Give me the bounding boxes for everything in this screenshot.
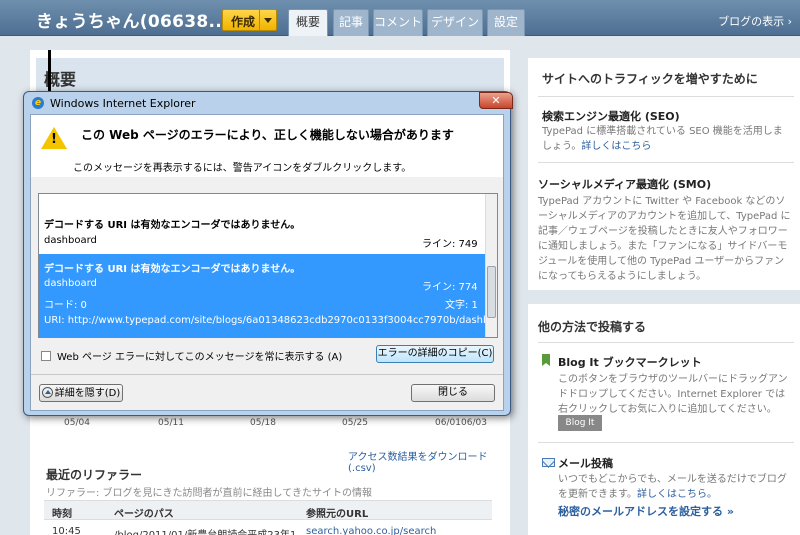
chart-date-label: 06/03: [461, 418, 487, 428]
secret-email-link[interactable]: 秘密のメールアドレスを設定する »: [558, 503, 734, 519]
error-message: デコードする URI は有効なエンコーダではありません。: [44, 220, 301, 231]
column-header: 参照元のURL: [306, 509, 369, 520]
mail-title: メール投稿: [558, 457, 613, 470]
scrollbar-thumb[interactable]: [487, 266, 496, 318]
divider: [538, 96, 794, 97]
copy-details-button[interactable]: エラーの詳細のコピー(C): [376, 345, 494, 363]
error-list-scrollbar[interactable]: [485, 194, 497, 337]
dialog-heading: この Web ページのエラーにより、正しく機能しない場合があります: [81, 128, 454, 142]
error-code: コード: 0: [44, 300, 87, 311]
referrers-title: 最近のリファラー: [46, 468, 143, 482]
error-file: dashboard: [44, 278, 97, 289]
warning-icon: !: [41, 127, 67, 149]
error-file: dashboard: [44, 235, 97, 246]
ie-icon: e: [32, 97, 44, 109]
traffic-panel: サイトへのトラフィックを増やすために 検索エンジン最適化 (SEO) TypeP…: [528, 58, 800, 290]
tab-settings[interactable]: 設定: [487, 9, 525, 36]
error-line: ライン: 774: [422, 282, 478, 293]
tab-posts[interactable]: 記事: [333, 9, 369, 36]
column-header: ページのパス: [114, 509, 174, 520]
always-show-label[interactable]: Web ページ エラーに対してこのメッセージを常に表示する (A): [57, 348, 342, 363]
row-path[interactable]: /blog/2011/01/新豊台朗読会平成23年1: [114, 526, 296, 535]
chart-date-label: 05/18: [250, 418, 276, 428]
dialog-header-area: ! この Web ページのエラーにより、正しく機能しない場合があります このメッ…: [31, 115, 503, 177]
row-time: 10:45: [52, 526, 81, 535]
chevron-up-icon: [41, 387, 53, 398]
create-button[interactable]: 作成: [222, 9, 277, 31]
ie-error-dialog: e Windows Internet Explorer ✕ ! この Web ペ…: [23, 91, 513, 416]
tab-comments[interactable]: コメント: [373, 9, 423, 36]
blog-title[interactable]: きょうちゃん(06638...: [36, 7, 229, 32]
error-char: 文字: 1: [445, 300, 478, 311]
chevron-down-icon[interactable]: [259, 10, 276, 30]
dialog-titlebar[interactable]: e Windows Internet Explorer: [24, 92, 510, 114]
seo-description-text: TypePad に標準搭載されている SEO 機能を活用しましょう。: [542, 126, 783, 152]
hide-details-button[interactable]: 詳細を隠す(D): [39, 384, 123, 402]
mail-description: いつでもどこからでも、メールを送るだけでブログを更新できます。詳しくはこちら。: [558, 472, 794, 502]
referrers-table-header: 時刻 ページのパス 参照元のURL: [44, 500, 492, 520]
dialog-body: ! この Web ページのエラーにより、正しく機能しない場合があります このメッ…: [30, 114, 504, 411]
tab-overview[interactable]: 概要: [288, 9, 328, 36]
mail-icon: [542, 458, 555, 467]
chart-date-label: 05/25: [342, 418, 368, 428]
smo-description: TypePad アカウントに Twitter や Facebook などのソーシ…: [538, 196, 791, 282]
divider: [31, 374, 503, 375]
dialog-title: Windows Internet Explorer: [50, 97, 196, 110]
always-show-checkbox[interactable]: [41, 351, 51, 361]
dialog-subtext: このメッセージを再表示するには、警告アイコンをダブルクリックします。: [73, 163, 412, 174]
divider: [538, 342, 794, 343]
close-button[interactable]: 閉じる: [411, 384, 495, 402]
divider: [538, 442, 794, 443]
error-message: デコードする URI は有効なエンコーダではありません。: [44, 264, 301, 275]
error-item-selected[interactable]: デコードする URI は有効なエンコーダではありません。 dashboard ラ…: [39, 254, 497, 337]
tab-design[interactable]: デザイン: [427, 9, 483, 36]
seo-description: TypePad に標準搭載されている SEO 機能を活用しましょう。詳しくはこち…: [542, 124, 792, 154]
create-button-label: 作成: [231, 15, 256, 29]
bookmark-icon: [542, 354, 550, 366]
other-methods-title: 他の方法で投稿する: [538, 320, 647, 334]
blogit-button[interactable]: Blog It: [558, 415, 602, 431]
mail-link[interactable]: 詳しくはこちら。: [637, 489, 717, 500]
seo-title: 検索エンジン最適化 (SEO): [542, 110, 680, 123]
smo-title: ソーシャルメディア最適化 (SMO): [538, 178, 712, 191]
chart-date-label: 06/01: [435, 418, 461, 428]
view-blog-link[interactable]: ブログの表示: [718, 13, 792, 29]
chart-date-label: 05/04: [64, 418, 90, 428]
blogit-title: Blog It ブックマークレット: [558, 356, 702, 369]
top-bar: きょうちゃん(06638... 作成 概要 記事 コメント デザイン 設定 ブロ…: [0, 0, 800, 36]
chart-date-label: 05/11: [158, 418, 184, 428]
download-csv-link[interactable]: アクセス数結果をダウンロード(.csv): [348, 448, 510, 474]
error-uri: URI: http://www.typepad.com/site/blogs/6…: [44, 315, 498, 326]
divider: [538, 162, 794, 163]
hide-details-label: 詳細を隠す(D): [54, 388, 121, 399]
column-header: 時刻: [52, 509, 72, 520]
error-line: ライン: 749: [422, 239, 478, 250]
blogit-description: このボタンをブラウザのツールバーにドラッグアンドドロップしてください。Inter…: [558, 374, 788, 415]
referrers-description: リファラー: ブログを見にきた訪問者が直前に経由してきたサイトの情報: [46, 488, 372, 499]
seo-link[interactable]: 詳しくはこちら: [581, 141, 651, 152]
error-list[interactable]: デコードする URI は有効なエンコーダではありません。 dashboard ラ…: [38, 193, 498, 338]
row-source[interactable]: search.yahoo.co.jp/search: [306, 526, 436, 535]
close-icon[interactable]: ✕: [479, 92, 513, 109]
hide-details-label-wrap: 詳細を隠す(D): [41, 387, 121, 399]
traffic-title: サイトへのトラフィックを増やすために: [542, 72, 758, 86]
